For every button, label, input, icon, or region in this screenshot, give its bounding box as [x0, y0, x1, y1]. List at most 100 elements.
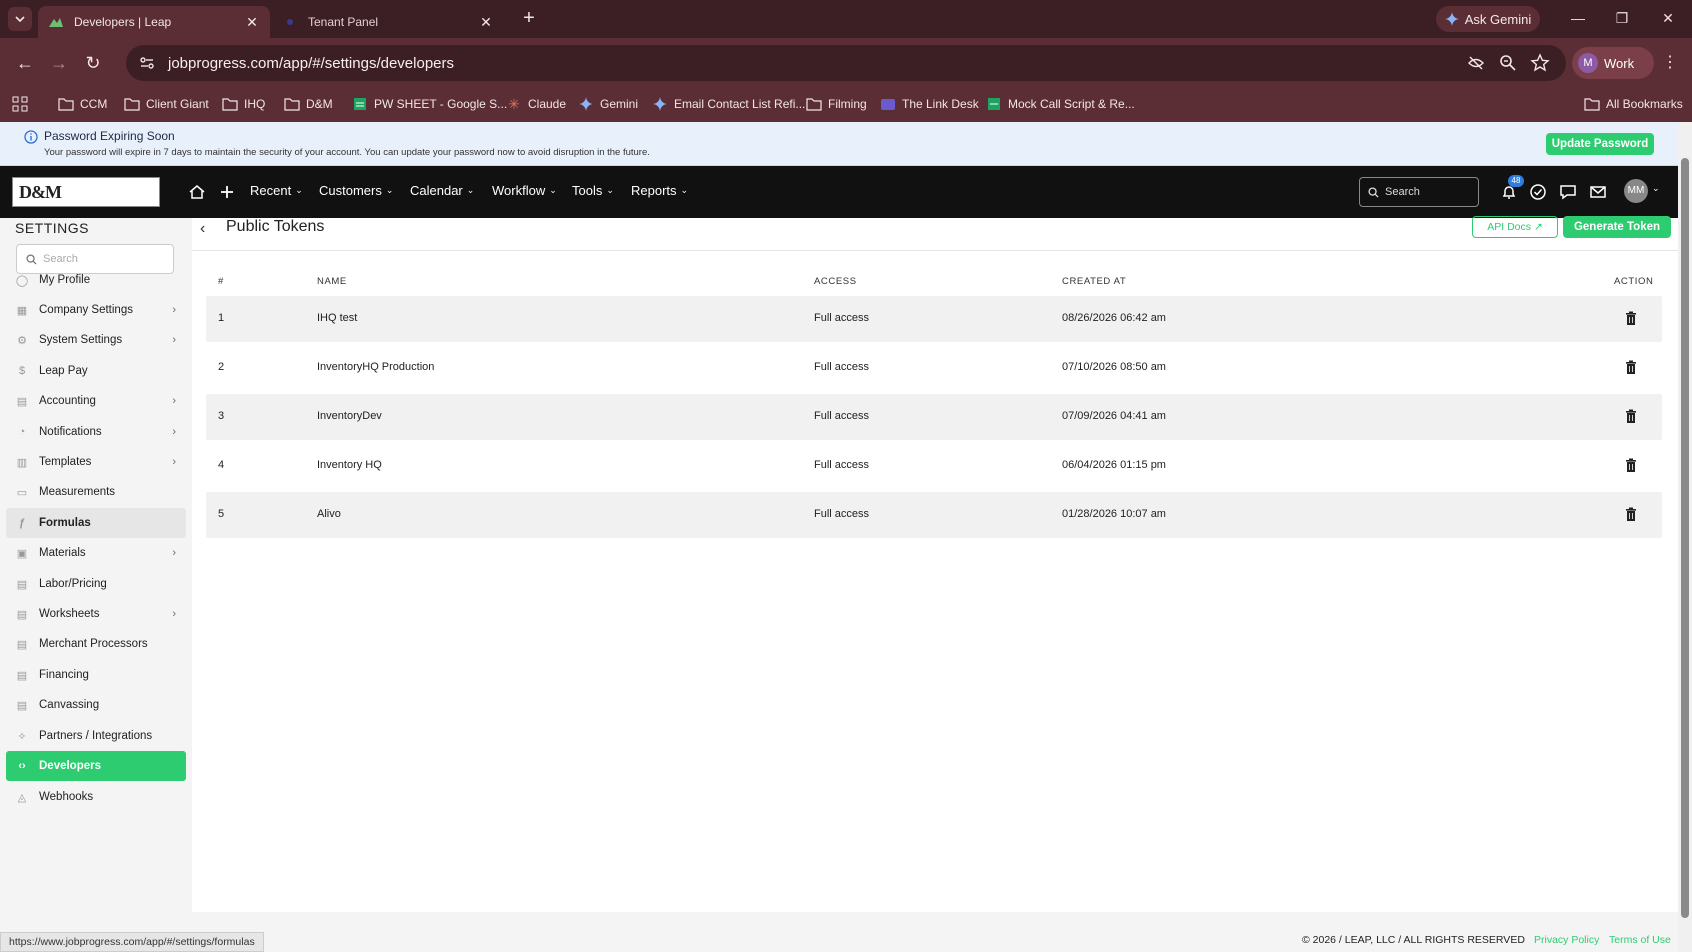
mail-icon[interactable]	[1589, 183, 1607, 201]
scrollbar-thumb[interactable]	[1681, 158, 1689, 918]
menu-calendar[interactable]: Calendar ⌄	[410, 183, 474, 198]
cell-number: 3	[218, 410, 225, 422]
trash-icon[interactable]	[1624, 507, 1638, 523]
sidebar-item-accounting[interactable]: ▤ Accounting ›	[6, 386, 186, 416]
api-docs-button[interactable]: API Docs ↗	[1472, 216, 1558, 238]
restore-icon[interactable]: ❐	[1612, 8, 1632, 28]
browser-menu-icon[interactable]: ⋮	[1662, 52, 1678, 72]
sidebar-item-canvassing[interactable]: ▤ Canvassing	[6, 690, 186, 720]
sidebar-item-label: Financing	[39, 669, 89, 681]
company-logo[interactable]: D&M	[12, 177, 160, 207]
ruler-icon: ▭	[16, 486, 28, 499]
address-bar[interactable]: jobprogress.com/app/#/settings/developer…	[126, 45, 1566, 81]
user-menu-chevron-icon[interactable]: ⌄	[1652, 183, 1660, 194]
browser-tab-active[interactable]: Developers | Leap ✕	[38, 6, 270, 38]
reload-icon[interactable]: ↻	[82, 52, 104, 74]
sidebar-item-materials[interactable]: ▣ Materials ›	[6, 538, 186, 568]
header-divider	[192, 250, 1678, 251]
sidebar-item-webhooks[interactable]: ◬ Webhooks	[6, 782, 186, 812]
page-scrollbar[interactable]	[1678, 122, 1692, 952]
bookmark-mock-call[interactable]: Mock Call Script & Re...	[986, 96, 1135, 112]
menu-reports[interactable]: Reports ⌄	[631, 183, 688, 198]
trash-icon[interactable]	[1624, 409, 1638, 425]
site-settings-icon[interactable]	[138, 54, 156, 72]
sidebar-item-leap-pay[interactable]: $ Leap Pay	[6, 356, 186, 386]
new-tab-button[interactable]: +	[518, 8, 540, 30]
table-row: 1 IHQ test Full access 08/26/2026 06:42 am	[206, 296, 1662, 342]
sidebar-item-measurements[interactable]: ▭ Measurements	[6, 477, 186, 507]
cell-created-at: 07/09/2026 04:41 am	[1062, 410, 1166, 422]
apps-grid-icon[interactable]	[12, 96, 28, 112]
bookmark-claude[interactable]: ✳ Claude	[506, 96, 566, 112]
bell-icon: ◔	[18, 426, 26, 438]
chevron-down-icon: ⌄	[549, 185, 557, 195]
close-icon[interactable]: ✕	[478, 14, 494, 30]
close-icon[interactable]: ✕	[244, 14, 260, 30]
chevron-right-icon: ›	[172, 395, 176, 407]
privacy-policy-link[interactable]: Privacy Policy	[1534, 934, 1599, 946]
zoom-icon[interactable]	[1498, 53, 1518, 73]
ask-gemini-button[interactable]: Ask Gemini	[1436, 6, 1540, 32]
col-header-created-at: CREATED AT	[1062, 276, 1127, 287]
chevron-down-icon: ⌄	[295, 185, 303, 195]
sidebar-item-label: System Settings	[39, 334, 123, 346]
sidebar-item-label: Accounting	[39, 395, 96, 407]
bookmark-link-desk[interactable]: The Link Desk	[880, 96, 979, 112]
sidebar-item-system-settings[interactable]: ⚙ System Settings ›	[6, 325, 186, 355]
sidebar-item-formulas[interactable]: ƒ Formulas	[6, 508, 186, 538]
forward-icon[interactable]: →	[48, 52, 70, 74]
bookmark-pw-sheet[interactable]: PW SHEET - Google S...	[352, 96, 507, 112]
chevron-right-icon: ›	[172, 456, 176, 468]
bookmark-ihq[interactable]: IHQ	[222, 96, 265, 112]
generate-token-button[interactable]: Generate Token	[1563, 216, 1671, 238]
star-icon[interactable]	[1530, 53, 1550, 73]
minimize-icon[interactable]: —	[1568, 8, 1588, 28]
menu-workflow[interactable]: Workflow ⌄	[492, 183, 557, 198]
bookmark-ccm[interactable]: CCM	[58, 96, 107, 112]
tab-search-button[interactable]	[8, 7, 32, 31]
global-search-input[interactable]: Search	[1359, 177, 1479, 207]
cell-name: InventoryDev	[317, 410, 382, 422]
sidebar-item-financing[interactable]: ▤ Financing	[6, 660, 186, 690]
bookmark-client-giant[interactable]: Client Giant	[124, 96, 209, 112]
profile-label: Work	[1604, 55, 1635, 71]
trash-icon[interactable]	[1624, 458, 1638, 474]
menu-tools[interactable]: Tools ⌄	[572, 183, 614, 198]
back-arrow-icon[interactable]: ‹	[200, 220, 205, 238]
all-bookmarks[interactable]: All Bookmarks	[1584, 96, 1683, 112]
bookmark-email-contact[interactable]: Email Contact List Refi...	[652, 96, 805, 112]
sidebar-item-partners-integrations[interactable]: ✧ Partners / Integrations	[6, 721, 186, 751]
bookmark-dm[interactable]: D&M	[284, 96, 333, 112]
sidebar-item-labor-pricing[interactable]: ▤ Labor/Pricing	[6, 569, 186, 599]
back-icon[interactable]: ←	[14, 52, 36, 74]
trash-icon[interactable]	[1624, 360, 1638, 376]
browser-tab[interactable]: Tenant Panel ✕	[272, 6, 504, 38]
sidebar-item-notifications[interactable]: ◔ Notifications ›	[6, 417, 186, 447]
sidebar-item-company-settings[interactable]: ▦ Company Settings ›	[6, 295, 186, 325]
terms-of-use-link[interactable]: Terms of Use	[1609, 934, 1671, 946]
task-check-icon[interactable]	[1529, 183, 1547, 201]
sidebar-item-label: Formulas	[39, 517, 91, 529]
sidebar-item-developers[interactable]: ‹› Developers	[6, 751, 186, 781]
cell-access: Full access	[814, 361, 870, 373]
profile-button[interactable]: M Work	[1572, 47, 1654, 79]
door-icon: ▤	[16, 699, 28, 712]
bookmark-gemini[interactable]: Gemini	[578, 96, 638, 112]
sidebar-item-merchant-processors[interactable]: ▤ Merchant Processors	[6, 629, 186, 659]
user-avatar[interactable]: MM	[1624, 179, 1648, 203]
eye-off-icon[interactable]	[1466, 53, 1486, 73]
menu-customers[interactable]: Customers ⌄	[319, 183, 393, 198]
plus-icon[interactable]	[218, 183, 236, 201]
menu-recent[interactable]: Recent ⌄	[250, 183, 303, 198]
sidebar-item-my-profile[interactable]: ◯ My Profile	[6, 265, 186, 295]
bookmark-filming[interactable]: Filming	[806, 96, 867, 112]
trash-icon[interactable]	[1624, 311, 1638, 327]
chat-icon[interactable]	[1559, 183, 1577, 201]
window-close-icon[interactable]: ✕	[1658, 8, 1678, 28]
home-icon[interactable]	[188, 183, 206, 201]
update-password-button[interactable]: Update Password	[1546, 133, 1654, 155]
sidebar-item-templates[interactable]: ▥ Templates ›	[6, 447, 186, 477]
tab-title: Developers | Leap	[74, 15, 172, 29]
sidebar-item-label: Leap Pay	[39, 365, 88, 377]
sidebar-item-worksheets[interactable]: ▤ Worksheets ›	[6, 599, 186, 629]
